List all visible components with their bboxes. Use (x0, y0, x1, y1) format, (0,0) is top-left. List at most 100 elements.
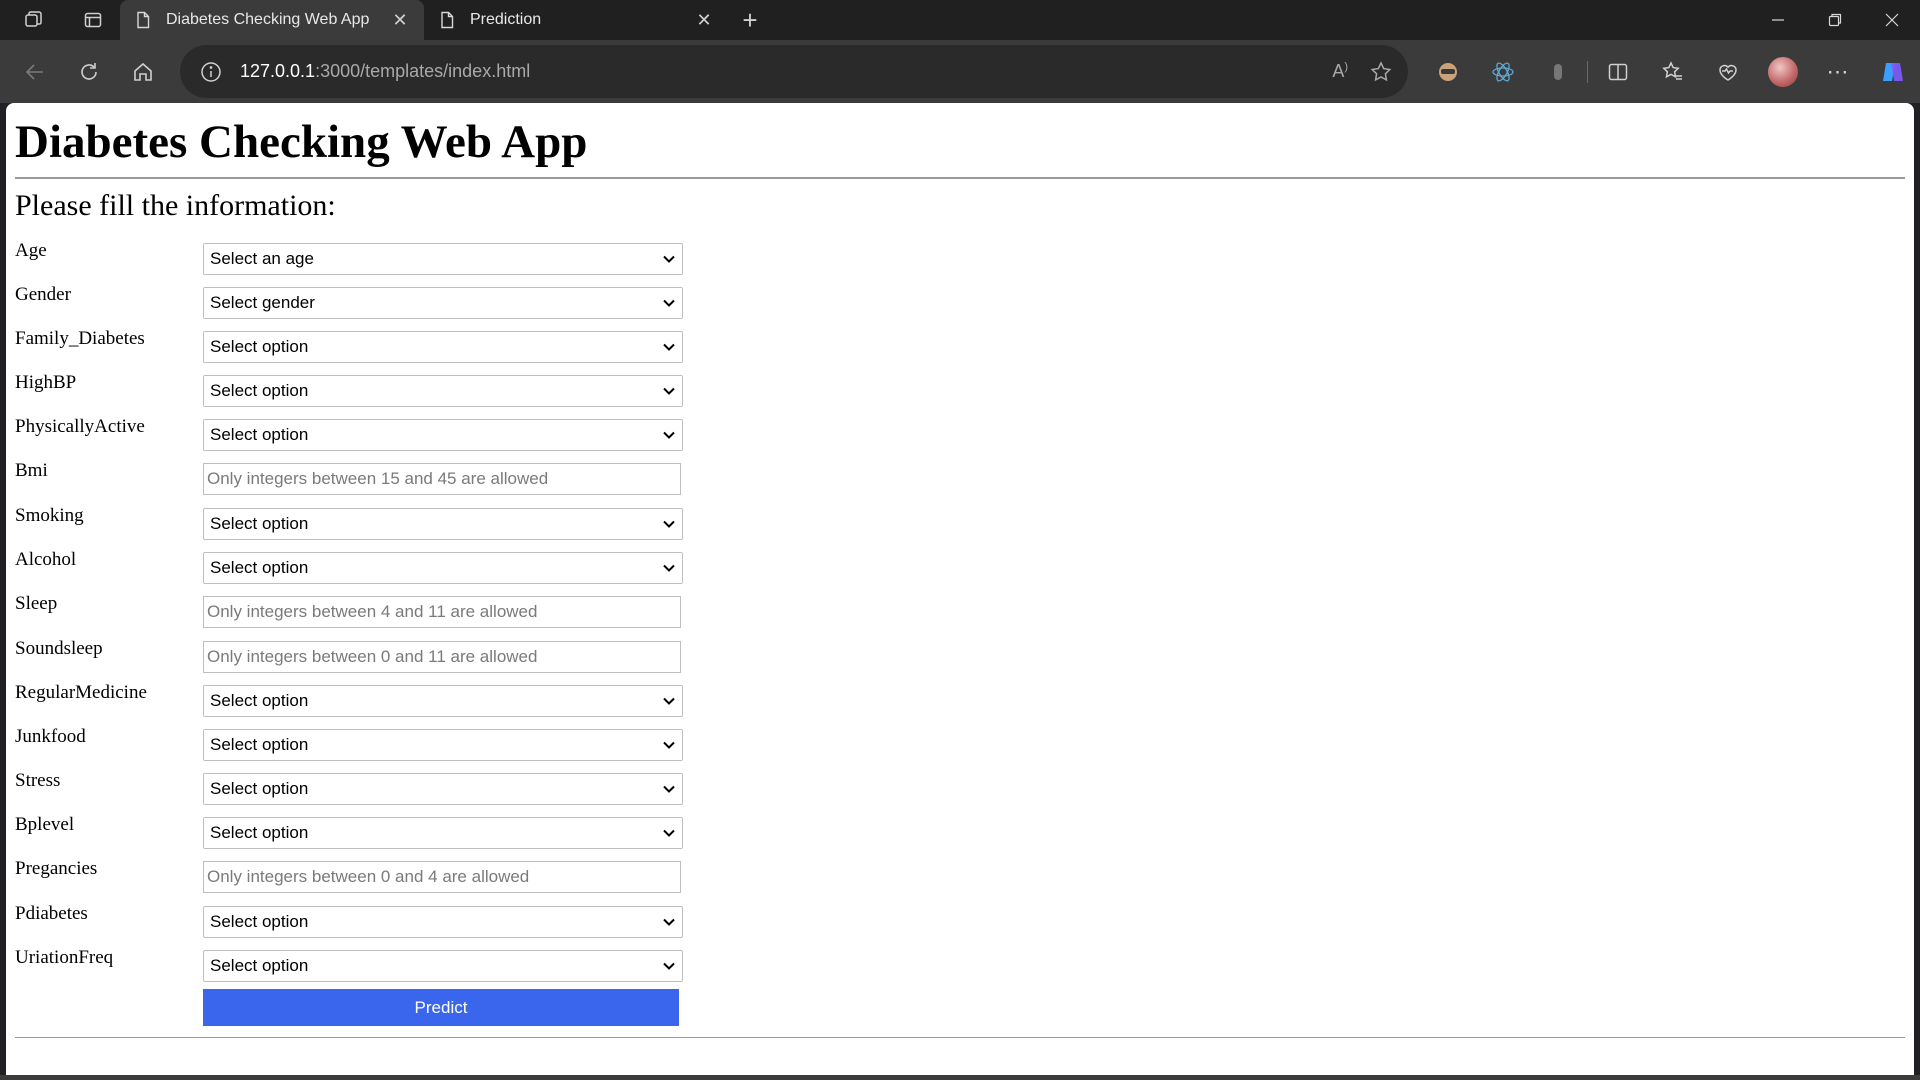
field-row-stress: Stress Select option (6, 770, 706, 805)
field-label: Family_Diabetes (15, 328, 145, 349)
close-tab-icon[interactable]: ✕ (694, 10, 714, 30)
alcohol-select[interactable]: Select option (203, 552, 683, 584)
select-value: Select option (210, 779, 309, 798)
field-row-alcohol: Alcohol Select option (6, 549, 706, 584)
field-row-uriationfreq: UriationFreq Select option (6, 947, 706, 982)
close-tab-icon[interactable]: ✕ (390, 10, 410, 30)
uriationfreq-select[interactable]: Select option (203, 950, 683, 982)
page-viewport: Diabetes Checking Web App Please fill th… (6, 103, 1914, 1075)
field-row-sleep: Sleep Only integers between 4 and 11 are… (6, 593, 706, 628)
stress-select[interactable]: Select option (203, 773, 683, 805)
chevron-down-icon (663, 431, 675, 439)
field-row-pregancies: Pregancies Only integers between 0 and 4… (6, 858, 706, 893)
refresh-icon[interactable] (62, 50, 116, 94)
tab-actions-icon[interactable] (66, 0, 120, 40)
bottom-divider (15, 1037, 1905, 1038)
sleep-input[interactable]: Only integers between 4 and 11 are allow… (203, 596, 681, 628)
field-label: Age (15, 240, 47, 261)
field-label: Bmi (15, 460, 48, 481)
field-row-bmi: Bmi Only integers between 15 and 45 are … (6, 460, 706, 495)
field-label: PhysicallyActive (15, 416, 145, 437)
restore-icon[interactable] (1806, 0, 1863, 40)
read-aloud-icon[interactable]: A) (1332, 61, 1348, 82)
chevron-down-icon (663, 520, 675, 528)
field-label: RegularMedicine (15, 682, 147, 703)
junkfood-select[interactable]: Select option (203, 729, 683, 761)
chevron-down-icon (663, 697, 675, 705)
field-label: Pregancies (15, 858, 98, 879)
split-screen-icon[interactable] (1590, 50, 1645, 94)
select-value: Select option (210, 691, 309, 710)
field-row-gender: Gender Select gender (6, 284, 706, 319)
chevron-down-icon (663, 785, 675, 793)
back-icon[interactable] (8, 50, 62, 94)
field-label: Junkfood (15, 726, 86, 747)
age-select[interactable]: Select an age (203, 243, 683, 275)
field-label: UriationFreq (15, 947, 114, 968)
more-menu-icon[interactable]: ⋯ (1810, 50, 1865, 94)
window-controls (1749, 0, 1920, 40)
input-placeholder: Only integers between 4 and 11 are allow… (207, 602, 538, 621)
select-value: Select option (210, 558, 309, 577)
field-row-smoking: Smoking Select option (6, 505, 706, 540)
field-label: Stress (15, 770, 61, 791)
avatar[interactable] (1755, 50, 1810, 94)
bplevel-select[interactable]: Select option (203, 817, 683, 849)
extension-react-icon[interactable] (1475, 50, 1530, 94)
field-row-age: Age Select an age (6, 240, 706, 275)
browser-essentials-icon[interactable] (1700, 50, 1755, 94)
tab-diabetes-app[interactable]: Diabetes Checking Web App ✕ (120, 0, 424, 40)
window-bottom-edge (0, 1075, 1920, 1080)
extension-dimmed-icon[interactable] (1530, 50, 1585, 94)
url-text: 127.0.0.1:3000/templates/index.html (240, 61, 530, 82)
gender-select[interactable]: Select gender (203, 287, 683, 319)
tab-title: Prediction (470, 11, 542, 28)
input-placeholder: Only integers between 15 and 45 are allo… (207, 469, 549, 488)
page-icon (137, 11, 150, 29)
highbp-select[interactable]: Select option (203, 375, 683, 407)
extension-mask-icon[interactable] (1420, 50, 1475, 94)
pregancies-input[interactable]: Only integers between 0 and 4 are allowe… (203, 861, 681, 893)
select-value: Select option (210, 381, 309, 400)
predict-button[interactable]: Predict (203, 989, 679, 1026)
copilot-icon[interactable] (1865, 50, 1920, 94)
tab-prediction[interactable]: Prediction ✕ (424, 0, 728, 40)
regular-medicine-select[interactable]: Select option (203, 685, 683, 717)
form-subtitle: Please fill the information: (15, 189, 336, 222)
top-divider (15, 177, 1905, 179)
select-value: Select option (210, 514, 309, 533)
input-placeholder: Only integers between 0 and 11 are allow… (207, 647, 538, 666)
field-label: Pdiabetes (15, 903, 88, 924)
field-row-bplevel: Bplevel Select option (6, 814, 706, 849)
family-diabetes-select[interactable]: Select option (203, 331, 683, 363)
favorite-star-icon[interactable] (1370, 60, 1392, 83)
minimize-icon[interactable] (1749, 0, 1806, 40)
new-tab-icon[interactable]: + (728, 0, 772, 40)
home-icon[interactable] (116, 50, 170, 94)
soundsleep-input[interactable]: Only integers between 0 and 11 are allow… (203, 641, 681, 673)
field-row-regular-medicine: RegularMedicine Select option (6, 682, 706, 717)
address-bar[interactable]: 127.0.0.1:3000/templates/index.html A) (180, 45, 1408, 98)
chevron-down-icon (663, 343, 675, 351)
extensions-area: ⋯ (1420, 40, 1920, 103)
workspaces-icon[interactable] (0, 0, 66, 40)
chevron-down-icon (663, 564, 675, 572)
select-value: Select option (210, 425, 309, 444)
url-path: :3000/templates/index.html (315, 61, 531, 81)
select-value: Select option (210, 735, 309, 754)
favorites-icon[interactable] (1645, 50, 1700, 94)
bmi-input[interactable]: Only integers between 15 and 45 are allo… (203, 463, 681, 495)
info-icon[interactable] (200, 61, 222, 83)
field-label: Soundsleep (15, 638, 103, 659)
pdiabetes-select[interactable]: Select option (203, 906, 683, 938)
field-label: Smoking (15, 505, 84, 526)
close-window-icon[interactable] (1863, 0, 1920, 40)
browser-toolbar: 127.0.0.1:3000/templates/index.html A) ⋯ (0, 40, 1920, 103)
chevron-down-icon (663, 255, 675, 263)
field-row-soundsleep: Soundsleep Only integers between 0 and 1… (6, 638, 706, 673)
field-label: Alcohol (15, 549, 77, 570)
smoking-select[interactable]: Select option (203, 508, 683, 540)
field-label: HighBP (15, 372, 77, 393)
field-row-physically-active: PhysicallyActive Select option (6, 416, 706, 451)
physically-active-select[interactable]: Select option (203, 419, 683, 451)
